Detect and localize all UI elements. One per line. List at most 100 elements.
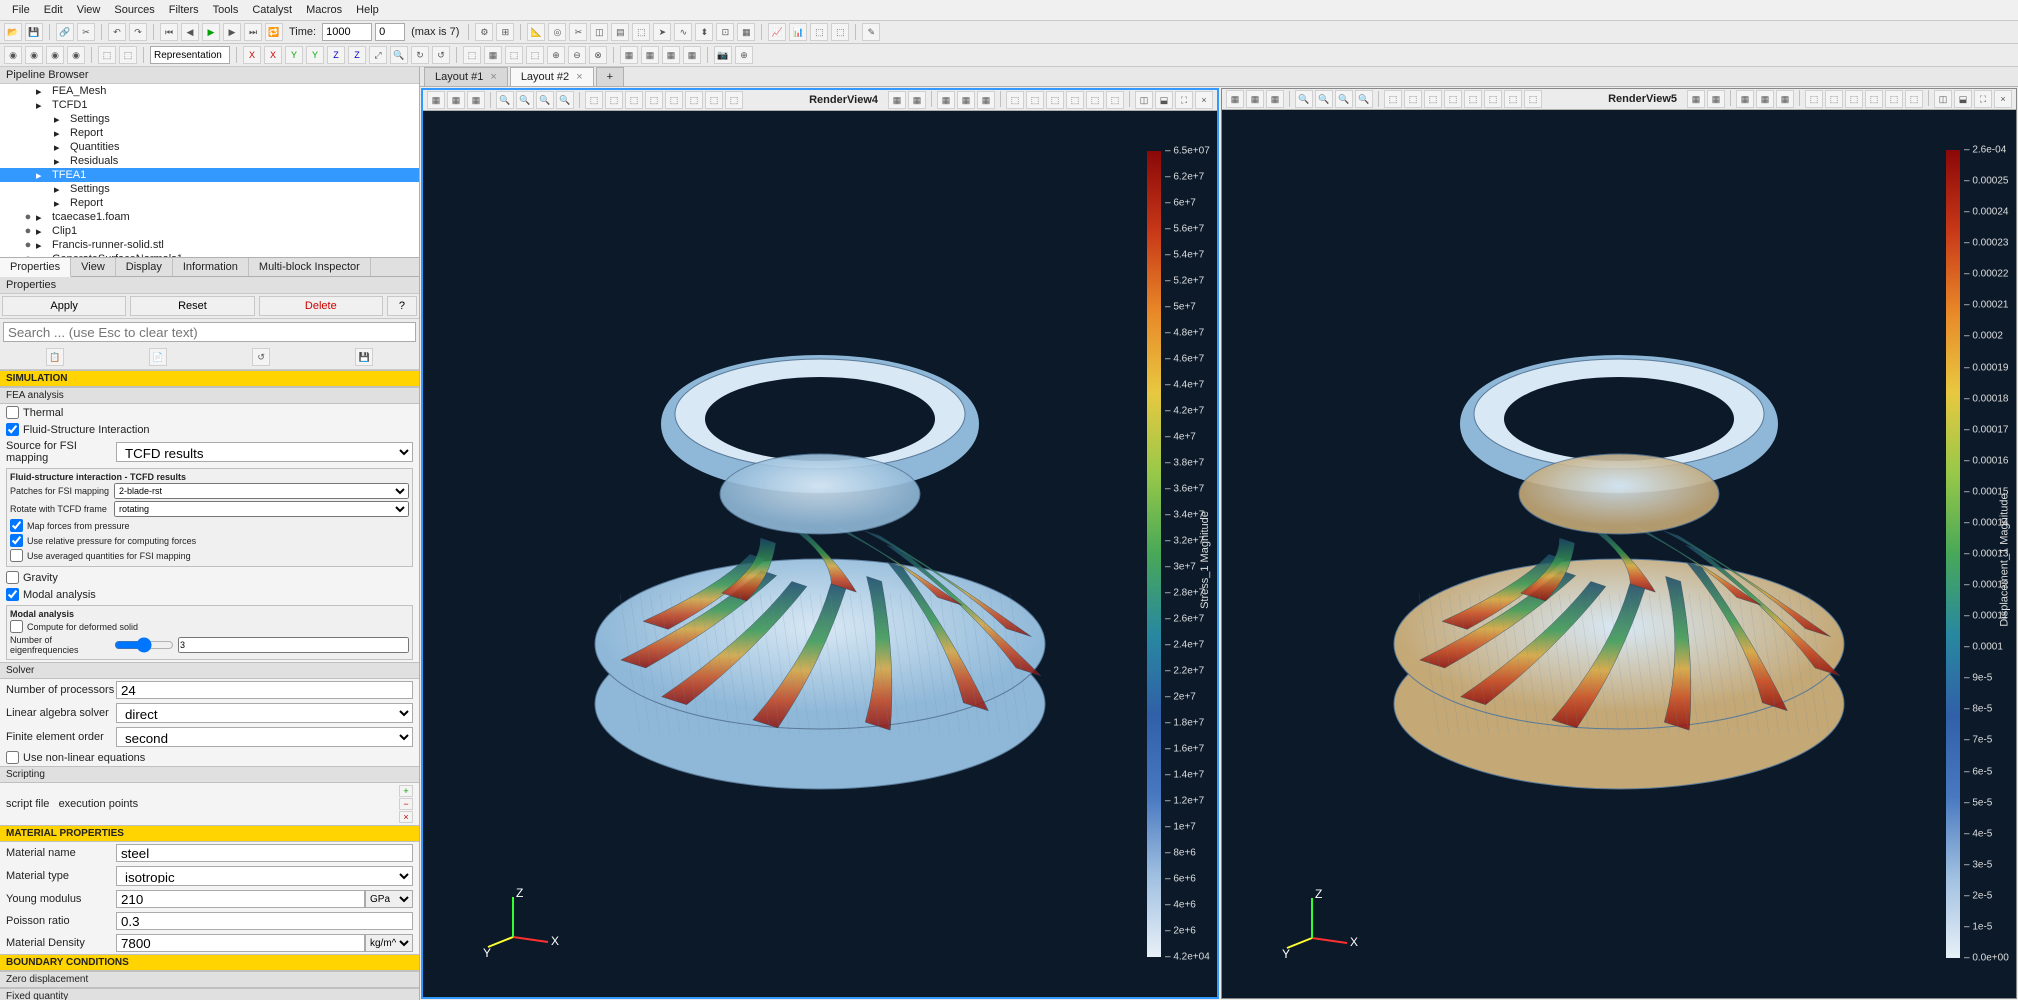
menu-sources[interactable]: Sources — [108, 2, 160, 18]
tool-icon[interactable]: ▦ — [427, 91, 445, 109]
menu-file[interactable]: File — [6, 2, 36, 18]
select-icon[interactable]: ⬚ — [526, 46, 544, 64]
fsi-checkbox[interactable] — [6, 423, 19, 436]
tool-icon[interactable]: 🔍 — [556, 91, 574, 109]
split-v-icon[interactable]: ⬓ — [1954, 90, 1972, 108]
close-tab-icon[interactable]: × — [490, 71, 496, 83]
tool-icon[interactable]: 🔍 — [1335, 90, 1353, 108]
mat-name-input[interactable] — [116, 844, 413, 862]
tool-icon[interactable]: ⬚ — [1805, 90, 1823, 108]
select-points-icon[interactable]: ⬚ — [463, 46, 481, 64]
tool-icon[interactable]: ▦ — [683, 46, 701, 64]
apply-button[interactable]: Apply — [2, 296, 126, 316]
tab-view[interactable]: View — [71, 258, 116, 276]
time-index-input[interactable] — [375, 23, 405, 41]
tool-icon[interactable]: 🔍 — [1355, 90, 1373, 108]
rotate-90-icon[interactable]: ↺ — [432, 46, 450, 64]
tool-icon[interactable]: ⬚ — [1484, 90, 1502, 108]
redo-icon[interactable]: ↷ — [129, 23, 147, 41]
tool-icon[interactable]: ▦ — [1736, 90, 1754, 108]
tool-icon[interactable]: ⊕ — [735, 46, 753, 64]
tool-icon[interactable]: ⬚ — [725, 91, 743, 109]
tool-icon[interactable]: ⬚ — [1106, 91, 1124, 109]
tool-icon[interactable]: 🔍 — [536, 91, 554, 109]
tool-icon[interactable]: ⬚ — [1444, 90, 1462, 108]
split-h-icon[interactable]: ◫ — [1135, 91, 1153, 109]
tab-properties[interactable]: Properties — [0, 258, 71, 277]
tool-icon[interactable]: ▦ — [1266, 90, 1284, 108]
pipeline-item[interactable]: ▸TFEA1 — [0, 168, 419, 182]
gravity-checkbox[interactable] — [6, 571, 19, 584]
disconnect-icon[interactable]: ✂ — [77, 23, 95, 41]
vcr-first-icon[interactable]: ⏮ — [160, 23, 178, 41]
bc-zero-disp[interactable]: Zero displacement — [0, 971, 419, 988]
tool-icon[interactable]: ⬚ — [119, 46, 137, 64]
fsi-rel-pressure-checkbox[interactable] — [10, 534, 23, 547]
properties-search-input[interactable] — [3, 322, 416, 342]
reset-camera-icon[interactable]: ⤢ — [369, 46, 387, 64]
tool-icon[interactable]: ▦ — [977, 91, 995, 109]
section-scripting[interactable]: Scripting — [0, 766, 419, 783]
restore-icon[interactable]: ↺ — [252, 348, 270, 366]
fsi-source-select[interactable]: TCFD results — [116, 442, 413, 462]
probe-icon[interactable]: ✎ — [862, 23, 880, 41]
glyph-icon[interactable]: ➤ — [653, 23, 671, 41]
tool-icon[interactable]: ⬚ — [1046, 91, 1064, 109]
contour-icon[interactable]: ◎ — [548, 23, 566, 41]
pipeline-item[interactable]: ▸TCFD1 — [0, 98, 419, 112]
section-simulation[interactable]: SIMULATION — [0, 370, 419, 387]
linalg-select[interactable]: direct — [116, 703, 413, 723]
tool-icon[interactable]: ▦ — [620, 46, 638, 64]
axis-z-plus-icon[interactable]: Z — [327, 46, 345, 64]
thermal-checkbox[interactable] — [6, 406, 19, 419]
maximize-icon[interactable]: ⛶ — [1175, 91, 1193, 109]
delete-button[interactable]: Delete — [259, 296, 383, 316]
young-input[interactable] — [116, 890, 365, 908]
reset-button[interactable]: Reset — [130, 296, 254, 316]
tool-icon[interactable]: ⊞ — [496, 23, 514, 41]
tool-icon[interactable]: ⬚ — [1384, 90, 1402, 108]
pipeline-item[interactable]: ▸Settings — [0, 112, 419, 126]
tool-icon[interactable]: ⬚ — [1026, 91, 1044, 109]
section-fea-analysis[interactable]: FEA analysis — [0, 387, 419, 404]
tool-icon[interactable]: ⬚ — [585, 91, 603, 109]
tool-icon[interactable]: ⊕ — [547, 46, 565, 64]
extract-icon[interactable]: ⬚ — [632, 23, 650, 41]
tool-icon[interactable]: ▦ — [908, 91, 926, 109]
tool-icon[interactable]: ⬚ — [645, 91, 663, 109]
time-value-input[interactable] — [322, 23, 372, 41]
section-bc[interactable]: BOUNDARY CONDITIONS — [0, 954, 419, 971]
open-icon[interactable]: 📂 — [4, 23, 22, 41]
tool-icon[interactable]: ▦ — [888, 91, 906, 109]
menu-view[interactable]: View — [71, 2, 107, 18]
axis-x-minus-icon[interactable]: X — [264, 46, 282, 64]
pipeline-item[interactable]: ▸Quantities — [0, 140, 419, 154]
fsi-rotate-select[interactable]: rotating — [114, 501, 409, 517]
tab-multi-block-inspector[interactable]: Multi-block Inspector — [249, 258, 371, 276]
tool-icon[interactable]: ▦ — [1707, 90, 1725, 108]
modal-eigen-slider[interactable] — [114, 637, 174, 653]
chart-icon[interactable]: 📈 — [768, 23, 786, 41]
tool-icon[interactable]: ⬚ — [1006, 91, 1024, 109]
tool-icon[interactable]: ⬚ — [1424, 90, 1442, 108]
tool-icon[interactable]: ⬚ — [1865, 90, 1883, 108]
clip-icon[interactable]: ✂ — [569, 23, 587, 41]
tool-icon[interactable]: ▦ — [1246, 90, 1264, 108]
nonlinear-checkbox[interactable] — [6, 751, 19, 764]
pipeline-item[interactable]: ▸FEA_Mesh — [0, 84, 419, 98]
split-v-icon[interactable]: ⬓ — [1155, 91, 1173, 109]
maximize-icon[interactable]: ⛶ — [1974, 90, 1992, 108]
threshold-icon[interactable]: ▤ — [611, 23, 629, 41]
vcr-next-icon[interactable]: ▶ — [223, 23, 241, 41]
pipeline-item[interactable]: ●▸tcaecase1.foam — [0, 210, 419, 224]
tool-icon[interactable]: 🔍 — [496, 91, 514, 109]
tool-icon[interactable]: ▦ — [447, 91, 465, 109]
close-view-icon[interactable]: × — [1195, 91, 1213, 109]
mat-type-select[interactable]: isotropic — [116, 866, 413, 886]
close-view-icon[interactable]: × — [1994, 90, 2012, 108]
remove-script-icon[interactable]: − — [399, 798, 413, 810]
section-solver[interactable]: Solver — [0, 662, 419, 679]
tool-icon[interactable]: ◉ — [25, 46, 43, 64]
axis-z-minus-icon[interactable]: Z — [348, 46, 366, 64]
render-canvas[interactable]: X Y Z – 2.6e-04– 0.00025– 0.00024– 0.000… — [1222, 110, 2016, 998]
